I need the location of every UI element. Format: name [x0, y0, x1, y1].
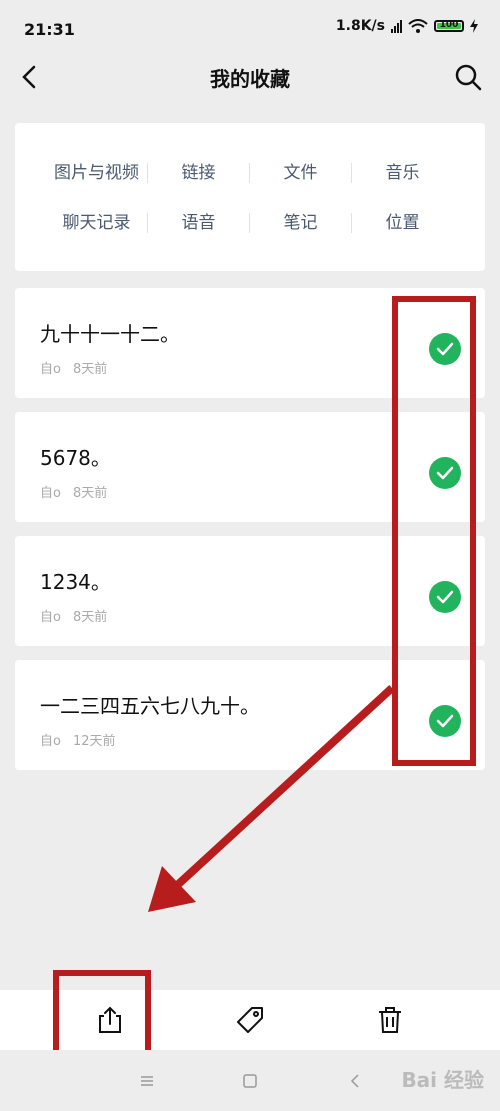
- triangle-back-icon: [350, 1074, 359, 1088]
- home-button[interactable]: [239, 1070, 261, 1092]
- watermark: Bai 经验: [401, 1068, 484, 1092]
- menu-icon: [141, 1076, 153, 1086]
- annotation-arrow: [148, 685, 395, 912]
- delete-button[interactable]: [374, 1004, 406, 1036]
- nav-back-button[interactable]: [344, 1070, 366, 1092]
- menu-button[interactable]: [136, 1070, 158, 1092]
- tag-icon: [237, 1007, 263, 1033]
- trash-icon: [379, 1007, 401, 1033]
- tag-button[interactable]: [234, 1004, 266, 1036]
- system-nav-bar: Bai 经验: [0, 1050, 500, 1111]
- square-icon: [243, 1074, 257, 1088]
